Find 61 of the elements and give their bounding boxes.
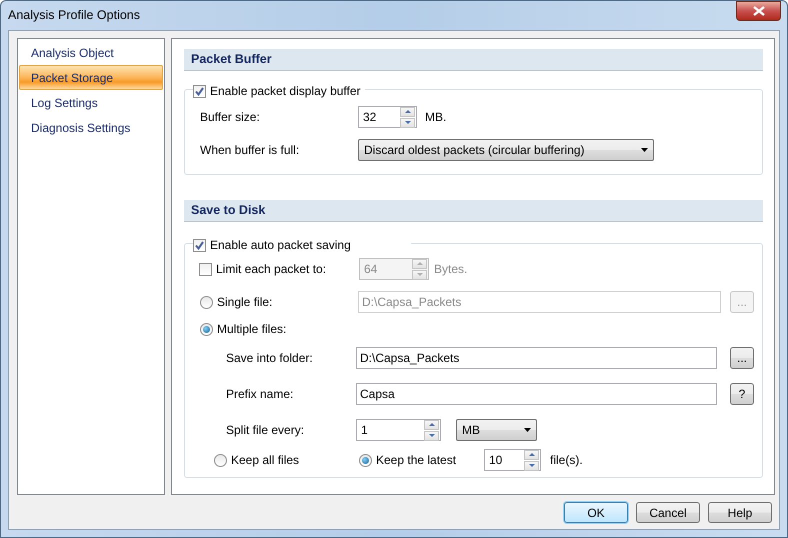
field-label: Enable packet display buffer	[210, 83, 361, 100]
checkbox[interactable]	[199, 262, 212, 276]
checkbox[interactable]	[193, 238, 206, 252]
field-label: Enable auto packet saving	[210, 237, 351, 254]
input-field[interactable]: 32	[359, 108, 376, 126]
field-label: Limit each packet to:	[216, 261, 326, 278]
down-arrow-icon	[404, 121, 410, 124]
section-header: Save to Disk	[184, 200, 763, 222]
sidebar-item[interactable]: Packet Storage	[19, 65, 163, 90]
dropdown[interactable]: MB	[456, 419, 537, 441]
sidebar-item[interactable]: Log Settings	[19, 90, 163, 115]
input-field[interactable]: 1	[357, 421, 368, 439]
field-label: Split file every:	[226, 422, 306, 439]
field-label: When buffer is full:	[200, 142, 300, 159]
spin-up-button[interactable]	[524, 450, 539, 460]
window-title: Analysis Profile Options	[8, 7, 140, 24]
browse-button[interactable]: ...	[730, 347, 754, 369]
caret-icon	[641, 148, 648, 152]
radio-button[interactable]	[200, 296, 213, 308]
field-label: Buffer size:	[200, 109, 261, 126]
caret-icon	[524, 428, 531, 432]
help-button[interactable]: ?	[730, 383, 754, 405]
up-arrow-icon	[404, 110, 410, 113]
field-label: Prefix name:	[226, 386, 294, 403]
close-icon	[752, 6, 764, 16]
field-label: MB.	[425, 109, 446, 126]
spin-up-button[interactable]	[400, 106, 415, 116]
down-arrow-icon	[428, 434, 434, 437]
spin-down-button[interactable]	[524, 460, 539, 470]
check-icon	[195, 86, 204, 96]
sidebar-item[interactable]: Analysis Object	[19, 40, 163, 65]
down-arrow-icon	[528, 464, 534, 467]
field-label: Save into folder:	[226, 350, 314, 367]
input-field[interactable]: D:\Capsa_Packets	[356, 347, 717, 369]
field-label: file(s).	[550, 452, 583, 469]
spin-down-button[interactable]	[400, 118, 415, 128]
checkbox[interactable]	[193, 84, 206, 98]
field-label: Multiple files:	[217, 321, 286, 338]
dialog-button[interactable]: Cancel	[636, 502, 700, 523]
check-icon	[195, 240, 204, 250]
up-arrow-icon	[528, 453, 534, 456]
up-arrow-icon	[416, 262, 422, 265]
spin-up-button[interactable]	[424, 420, 439, 430]
section-header: Packet Buffer	[184, 49, 763, 71]
close-button[interactable]	[736, 1, 781, 21]
up-arrow-icon	[428, 423, 434, 426]
dialog-button[interactable]: OK	[564, 502, 628, 523]
input-field[interactable]: Capsa	[356, 383, 717, 405]
field-label: Keep all files	[231, 452, 300, 469]
radio-button[interactable]	[214, 454, 227, 466]
dialog-button[interactable]: Help	[708, 502, 772, 523]
dropdown[interactable]: Discard oldest packets (circular buffering)	[358, 139, 654, 161]
field-label: Single file:	[217, 294, 272, 311]
field-label: Bytes.	[434, 261, 468, 278]
input-field[interactable]: 10	[485, 451, 502, 469]
spin-down-button[interactable]	[424, 430, 439, 440]
radio-button[interactable]	[200, 322, 213, 336]
field-label: Keep the latest	[376, 452, 456, 469]
down-arrow-icon	[416, 273, 422, 276]
sidebar-item[interactable]: Diagnosis Settings	[19, 115, 163, 140]
radio-button[interactable]	[359, 454, 372, 466]
